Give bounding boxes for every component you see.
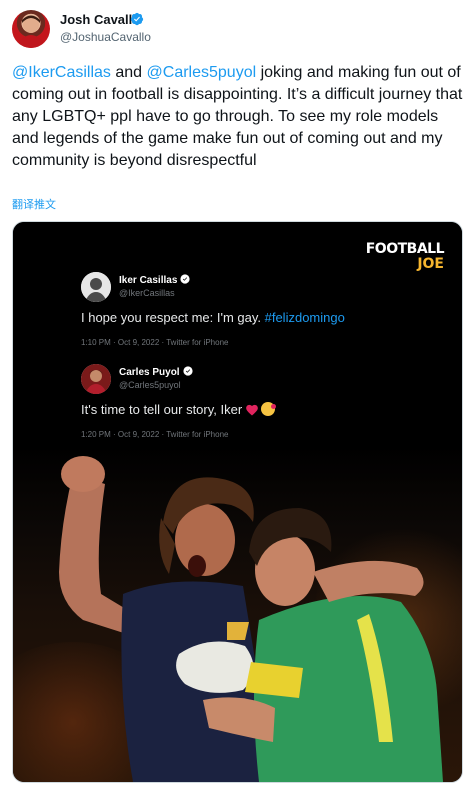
quoted-handle: @IkerCasillas bbox=[119, 288, 175, 298]
tweet-header: Josh Cavallo @JoshuaCavallo bbox=[12, 8, 462, 52]
quoted-meta: 1:10 PM · Oct 9, 2022 · Twitter for iPho… bbox=[81, 338, 229, 347]
hashtag: #felizdomingo bbox=[264, 310, 345, 325]
mention-link[interactable]: @IkerCasillas bbox=[12, 64, 111, 81]
quoted-handle: @Carles5puyol bbox=[119, 380, 181, 390]
quoted-name: Carles Puyol bbox=[119, 366, 193, 378]
quoted-tweet: Iker Casillas @IkerCasillas I hope you r… bbox=[81, 272, 421, 352]
logo-line-2: JOE bbox=[417, 256, 444, 272]
author-avatar[interactable] bbox=[12, 10, 50, 48]
verified-badge-icon bbox=[130, 12, 144, 26]
kiss-emoji-icon bbox=[261, 402, 277, 416]
tweet-media-image[interactable]: FOOTBALL JOE Iker Casillas @IkerCasillas… bbox=[12, 221, 463, 783]
quoted-meta: 1:20 PM · Oct 9, 2022 · Twitter for iPho… bbox=[81, 430, 229, 439]
author-handle[interactable]: @JoshuaCavallo bbox=[60, 30, 151, 44]
quoted-avatar bbox=[81, 272, 111, 302]
heart-icon bbox=[246, 404, 259, 416]
footballjoe-logo: FOOTBALL JOE bbox=[365, 241, 445, 272]
verified-badge-icon bbox=[180, 274, 190, 284]
quoted-name: Iker Casillas bbox=[119, 274, 190, 286]
logo-line-1: FOOTBALL bbox=[365, 241, 445, 257]
translate-tweet-link[interactable]: 翻译推文 bbox=[12, 196, 56, 212]
quoted-tweet: Carles Puyol @Carles5puyol It's time to … bbox=[81, 364, 421, 444]
quoted-text: It's time to tell our story, Iker bbox=[81, 402, 277, 417]
tweet-text: @IkerCasillas and @Carles5puyol joking a… bbox=[12, 62, 464, 172]
quoted-text: I hope you respect me: I'm gay. #felizdo… bbox=[81, 310, 345, 325]
tweet-text-part: and bbox=[110, 64, 147, 81]
verified-badge-icon bbox=[183, 366, 193, 376]
mention-link[interactable]: @Carles5puyol bbox=[147, 64, 257, 81]
author-name[interactable]: Josh Cavallo bbox=[60, 12, 140, 27]
quoted-avatar bbox=[81, 364, 111, 394]
